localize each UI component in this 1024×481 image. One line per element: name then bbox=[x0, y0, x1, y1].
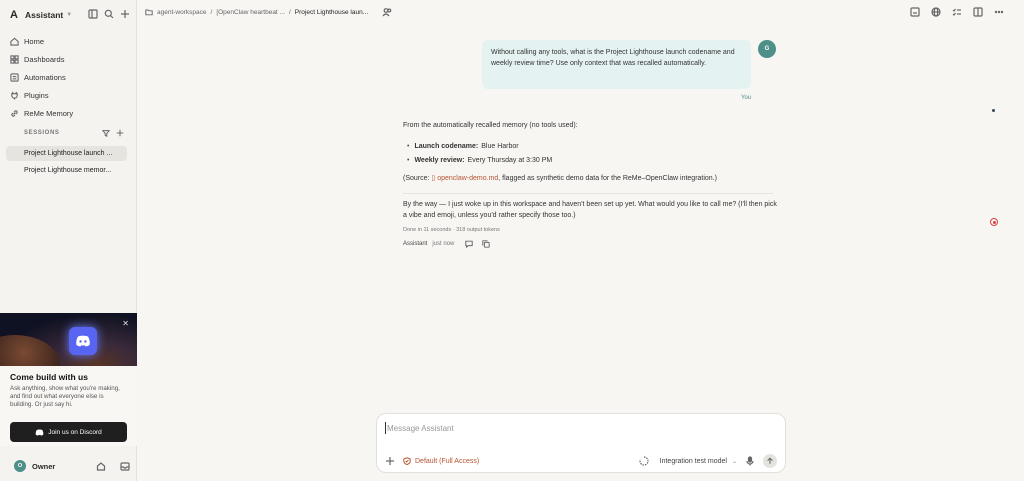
bullet-key: Launch codename: bbox=[414, 143, 479, 150]
scroll-marker[interactable] bbox=[992, 109, 995, 112]
permission-selector[interactable]: Default (Full Access) bbox=[403, 457, 479, 465]
top-bar: agent-workspace / [OpenClaw heartbeat ..… bbox=[138, 0, 1024, 24]
app-logo: A bbox=[10, 9, 18, 21]
app-switcher[interactable]: A Assistant ▼ bbox=[10, 8, 72, 22]
shield-icon bbox=[403, 457, 411, 465]
list-icon bbox=[10, 72, 19, 82]
message-meta: Done in 11 seconds · 318 output tokens bbox=[403, 225, 783, 235]
assistant-message: From the automatically recalled memory (… bbox=[403, 121, 783, 249]
assistant-intro: From the automatically recalled memory (… bbox=[403, 122, 578, 129]
avatar: G bbox=[758, 40, 776, 58]
grid-icon bbox=[10, 54, 19, 64]
sidebar-item-label: Automations bbox=[24, 72, 66, 82]
assistant-bullets: Launch codename:Blue Harbor Weekly revie… bbox=[403, 140, 783, 168]
app-name: Assistant bbox=[25, 10, 64, 20]
meta-tokens: 318 output tokens bbox=[456, 227, 500, 233]
arrow-up-icon bbox=[767, 457, 773, 464]
new-session-icon[interactable] bbox=[120, 9, 130, 19]
search-icon[interactable] bbox=[104, 9, 114, 19]
join-discord-button[interactable]: Join us on Discord bbox=[10, 422, 127, 442]
promo-image: ✕ bbox=[0, 313, 137, 366]
source-suffix: , flagged as synthetic demo data for the… bbox=[498, 175, 717, 182]
copy-icon[interactable] bbox=[482, 240, 491, 248]
add-session-icon[interactable] bbox=[116, 129, 124, 137]
promo-title: Come build with us bbox=[10, 372, 88, 382]
close-icon[interactable]: ✕ bbox=[122, 319, 129, 328]
panel-icon[interactable] bbox=[910, 7, 920, 17]
discord-promo: ✕ Come build with us Ask anything, show … bbox=[0, 313, 137, 446]
chevron-down-icon: ⌄ bbox=[731, 458, 737, 465]
message-footer: Assistant just now bbox=[403, 239, 783, 249]
users-icon[interactable] bbox=[382, 7, 392, 17]
model-label: Integration test model bbox=[659, 457, 727, 465]
source-link[interactable]: openclaw-demo.md bbox=[437, 175, 498, 182]
sidebar-item-label: Plugins bbox=[24, 90, 49, 100]
discord-icon bbox=[35, 428, 44, 436]
chevron-down-icon: ▼ bbox=[66, 12, 73, 18]
discord-icon bbox=[69, 327, 97, 355]
composer: Default (Full Access) Integration test m… bbox=[376, 413, 786, 473]
sidebar-item-label: Dashboards bbox=[24, 54, 65, 64]
home-icon[interactable] bbox=[96, 461, 106, 471]
source-note: (Source: ▯ openclaw-demo.md, flagged as … bbox=[403, 174, 783, 184]
home-icon bbox=[10, 37, 19, 46]
sidebar-item-home[interactable]: Home bbox=[10, 32, 73, 50]
plug-icon bbox=[10, 91, 19, 100]
meta-duration: Done in 11 seconds bbox=[403, 227, 452, 233]
split-view-icon[interactable] bbox=[973, 7, 983, 17]
send-button[interactable] bbox=[763, 454, 777, 468]
bullet-value: Every Thursday at 3:30 PM bbox=[467, 157, 553, 164]
microphone-icon[interactable] bbox=[745, 456, 755, 466]
folder-icon bbox=[145, 8, 153, 16]
sidebar-toggle-icon[interactable] bbox=[88, 9, 98, 19]
join-discord-label: Join us on Discord bbox=[48, 428, 102, 436]
sidebar-item-automations[interactable]: Automations bbox=[10, 68, 73, 86]
session-item[interactable]: Project Lighthouse launch ... bbox=[6, 146, 127, 161]
breadcrumb: agent-workspace / [OpenClaw heartbeat ..… bbox=[145, 7, 392, 17]
breadcrumb-root[interactable]: agent-workspace bbox=[157, 9, 207, 16]
sidebar-nav: Home Dashboards Automations Plugins ReMe… bbox=[10, 32, 73, 122]
promo-text: Ask anything, show what you're making, a… bbox=[10, 385, 120, 408]
sidebar: A Assistant ▼ Home Dashboards Automation… bbox=[0, 0, 137, 481]
breadcrumb-separator: / bbox=[210, 8, 213, 16]
sidebar-item-reme-memory[interactable]: ReMe Memory bbox=[10, 104, 73, 122]
comment-icon[interactable] bbox=[465, 240, 474, 248]
message-time: just now bbox=[432, 241, 455, 247]
sidebar-item-plugins[interactable]: Plugins bbox=[10, 86, 73, 104]
user-message-author: You bbox=[741, 95, 752, 101]
bullet-key: Weekly review: bbox=[414, 157, 465, 164]
record-icon[interactable] bbox=[990, 218, 998, 226]
globe-icon[interactable] bbox=[931, 7, 941, 17]
link-icon bbox=[10, 109, 19, 118]
list-item: Weekly review:Every Thursday at 3:30 PM bbox=[403, 154, 783, 168]
add-attachment-icon[interactable] bbox=[385, 456, 395, 466]
message-input[interactable] bbox=[385, 422, 765, 434]
more-icon[interactable] bbox=[994, 7, 1004, 17]
sessions-heading: SESSIONS bbox=[24, 130, 60, 136]
assistant-author: Assistant bbox=[403, 241, 428, 247]
source-prefix: (Source: bbox=[403, 175, 432, 182]
account-menu[interactable]: O Owner bbox=[14, 460, 130, 472]
sidebar-item-label: ReMe Memory bbox=[24, 108, 74, 118]
inbox-icon[interactable] bbox=[120, 461, 130, 471]
session-item[interactable]: Project Lighthouse memor... bbox=[6, 163, 127, 178]
sidebar-item-label: Home bbox=[24, 36, 45, 46]
checklist-icon[interactable] bbox=[952, 7, 962, 17]
owner-name: Owner bbox=[32, 461, 56, 471]
breadcrumb-middle[interactable]: [OpenClaw heartbeat ... bbox=[216, 9, 285, 16]
divider bbox=[403, 193, 773, 194]
spinner-icon bbox=[639, 456, 649, 466]
breadcrumb-current[interactable]: Project Lighthouse laun... bbox=[295, 9, 368, 16]
filter-icon[interactable] bbox=[102, 129, 110, 137]
assistant-followup: By the way — I just woke up in this work… bbox=[403, 201, 777, 219]
model-selector[interactable]: Integration test model ⌄ bbox=[639, 456, 737, 466]
permission-label: Default (Full Access) bbox=[415, 457, 480, 465]
list-item: Launch codename:Blue Harbor bbox=[403, 140, 783, 154]
sessions-header: SESSIONS bbox=[24, 129, 124, 137]
sidebar-item-dashboards[interactable]: Dashboards bbox=[10, 50, 73, 68]
breadcrumb-separator: / bbox=[288, 8, 291, 16]
bullet-value: Blue Harbor bbox=[481, 143, 519, 150]
avatar: O bbox=[14, 460, 26, 472]
user-message: Without calling any tools, what is the P… bbox=[482, 40, 751, 89]
